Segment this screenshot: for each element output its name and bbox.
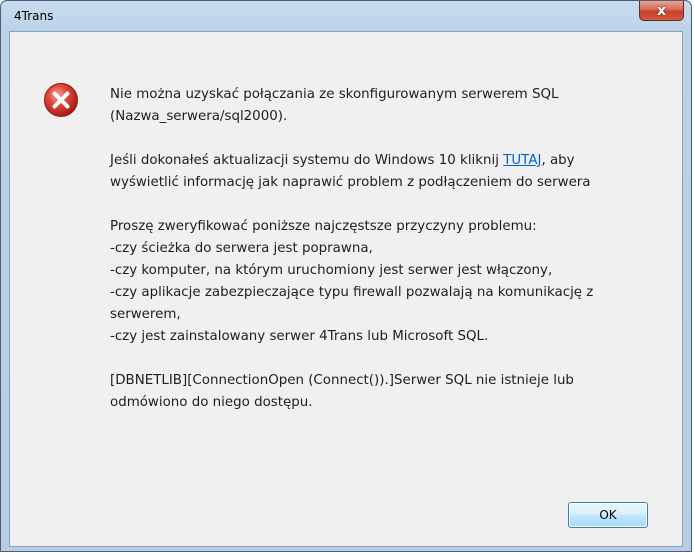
error-dialog-window: 4Trans x Nie można uzyskać połączania ze… xyxy=(0,0,692,552)
message-line: Nie można uzyskać połączania ze skonfigu… xyxy=(110,87,559,102)
message-line: (Nazwa_serwera/sql2000). xyxy=(110,109,288,124)
error-message: Nie można uzyskać połączania ze skonfigu… xyxy=(110,84,670,436)
message-line: serwerem, xyxy=(110,307,181,322)
window-title: 4Trans xyxy=(14,9,54,23)
error-icon xyxy=(44,83,78,117)
dbnetlib-paragraph: [DBNETLIB][ConnectionOpen (Connect()).]S… xyxy=(110,370,670,414)
close-button[interactable]: x xyxy=(639,1,684,21)
dialog-content: Nie można uzyskać połączania ze skonfigu… xyxy=(9,31,683,547)
tutaj-link[interactable]: TUTAJ xyxy=(503,153,541,168)
message-line: [DBNETLIB][ConnectionOpen (Connect()).]S… xyxy=(110,373,574,388)
message-text: , aby xyxy=(541,153,575,168)
message-line: odmówiono do niego dostępu. xyxy=(110,395,313,410)
title-bar[interactable]: 4Trans x xyxy=(1,1,691,31)
message-line: -czy jest zainstalowany serwer 4Trans lu… xyxy=(110,329,489,344)
causes-paragraph: Proszę zweryfikować poniższe najczęstsze… xyxy=(110,216,670,348)
message-text: Jeśli dokonałeś aktualizacji systemu do … xyxy=(110,153,504,168)
message-line: -czy aplikacje zabezpieczające typu fire… xyxy=(110,285,594,300)
connection-error-paragraph: Nie można uzyskać połączania ze skonfigu… xyxy=(110,84,670,128)
message-line: -czy komputer, na którym uruchomiony jes… xyxy=(110,263,553,278)
close-icon: x xyxy=(656,2,667,19)
message-line: -czy ścieżka do serwera jest poprawna, xyxy=(110,241,373,256)
button-bar: OK xyxy=(10,492,682,546)
message-line: wyświetlić informację jak naprawić probl… xyxy=(110,175,591,190)
ok-button[interactable]: OK xyxy=(568,502,648,528)
message-line: Jeśli dokonałeś aktualizacji systemu do … xyxy=(110,150,670,172)
windows10-paragraph: Jeśli dokonałeś aktualizacji systemu do … xyxy=(110,150,670,194)
message-line: Proszę zweryfikować poniższe najczęstsze… xyxy=(110,219,537,234)
